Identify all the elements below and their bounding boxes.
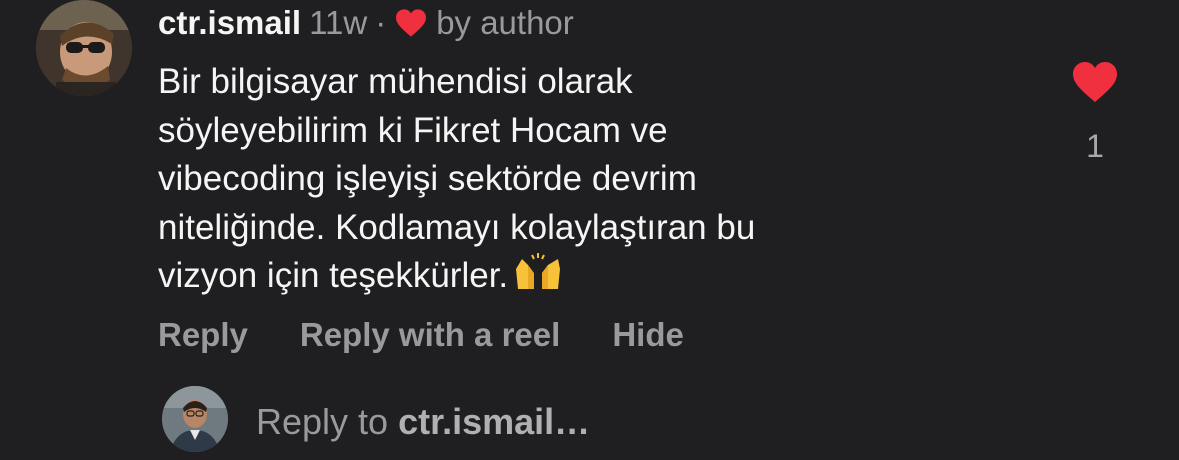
liked-by-author-label: by author: [436, 4, 574, 41]
current-user-avatar: [162, 386, 228, 452]
comment-line: niteliğinde. Kodlamayı kolaylaştıran bu: [158, 207, 756, 247]
commenter-avatar[interactable]: [36, 0, 132, 96]
reply-with-reel-button[interactable]: Reply with a reel: [300, 316, 560, 360]
comment-line: söyleyebilirim ki Fikret Hocam ve: [158, 110, 668, 150]
comment-header: ctr.ismail 11w · by author: [158, 0, 574, 46]
hide-button[interactable]: Hide: [612, 316, 684, 360]
reply-button[interactable]: Reply: [158, 316, 248, 360]
comment-timestamp: 11w: [309, 4, 368, 41]
comment-text: Bir bilgisayar mühendisi olarak söyleyeb…: [158, 58, 1018, 301]
meta-separator: ·: [375, 4, 387, 41]
reply-placeholder-username: ctr.ismail…: [398, 401, 591, 442]
comment-line: Bir bilgisayar mühendisi olarak: [158, 62, 633, 101]
comment-line: vibecoding işleyişi sektörde devrim: [158, 159, 697, 198]
like-count[interactable]: 1: [1080, 128, 1110, 165]
username-link[interactable]: ctr.ismail: [158, 4, 301, 42]
reply-placeholder-prefix: Reply to: [256, 401, 389, 442]
avatar-photo: [162, 386, 228, 452]
raising-hands-emoji-icon: [510, 253, 566, 293]
reply-input-field[interactable]: Reply to ctr.ismail…: [256, 398, 590, 446]
comment-actions: Reply Reply with a reel Hide: [158, 316, 684, 360]
comment-line: vizyon için teşekkürler.: [158, 256, 509, 295]
avatar-photo: [36, 0, 132, 96]
like-heart-icon[interactable]: [1070, 60, 1120, 104]
liked-by-author-heart-icon: [394, 8, 428, 38]
